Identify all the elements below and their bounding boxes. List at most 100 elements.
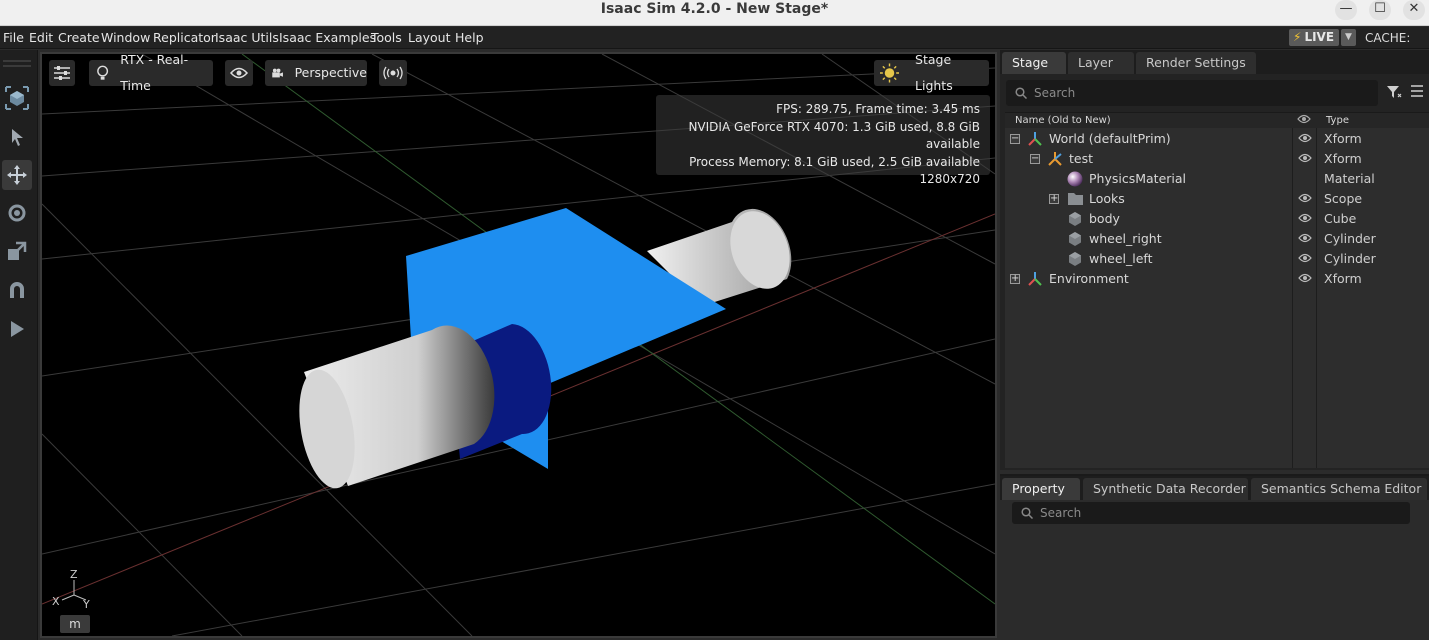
visibility-eye-icon[interactable]: [1298, 233, 1312, 243]
toolbar-grip: [3, 60, 31, 62]
search-icon: [1021, 507, 1033, 519]
move-tool-button[interactable]: [2, 160, 32, 190]
tab-synthetic-data-recorder[interactable]: Synthetic Data Recorder: [1083, 478, 1248, 500]
resolution-text: 1280x720: [919, 172, 980, 186]
visibility-eye-icon[interactable]: [1298, 133, 1312, 143]
tree-row-looks[interactable]: + Looks Scope: [1005, 189, 1429, 209]
tree-row-type: Cylinder: [1324, 251, 1376, 266]
tree-row-environment[interactable]: + Environment Xform: [1005, 269, 1429, 289]
menu-create[interactable]: Create: [58, 27, 100, 49]
tab-property[interactable]: Property: [1002, 478, 1080, 500]
tree-header: Name (Old to New) Type: [1005, 113, 1429, 128]
mesh-icon: [1069, 252, 1081, 266]
menu-bar: File Edit Create Window Replicator Isaac…: [0, 27, 1429, 67]
visibility-eye-icon[interactable]: [1298, 153, 1312, 163]
expand-toggle[interactable]: +: [1010, 274, 1020, 284]
rotate-icon: [8, 204, 26, 222]
property-panel: Property Synthetic Data Recorder Semanti…: [1000, 474, 1429, 640]
move-icon: [7, 165, 27, 185]
tree-row-type: Material: [1324, 171, 1375, 186]
live-dropdown-button[interactable]: ▼: [1341, 29, 1356, 46]
collapse-toggle[interactable]: −: [1010, 134, 1020, 144]
tab-layer[interactable]: Layer: [1068, 52, 1134, 74]
stage-tree[interactable]: Name (Old to New) Type − World (defaultP…: [1005, 112, 1429, 468]
snap-tool-button[interactable]: [2, 275, 32, 305]
select-tool-button[interactable]: [2, 122, 32, 152]
name-column-header[interactable]: Name (Old to New): [1015, 113, 1111, 128]
stage-lights-button[interactable]: Stage Lights: [874, 54, 989, 93]
property-tabs: Property Synthetic Data Recorder Semanti…: [1000, 476, 1429, 500]
visibility-column-header[interactable]: [1297, 114, 1311, 129]
tree-row-wheel-left[interactable]: wheel_left Cylinder: [1005, 249, 1429, 269]
menu-file[interactable]: File: [3, 27, 24, 49]
broadcast-icon: [383, 66, 403, 80]
play-button[interactable]: [2, 314, 32, 344]
tree-row-label: test: [1069, 151, 1094, 166]
viewport-settings-button[interactable]: [49, 60, 75, 86]
menu-replicator[interactable]: Replicator: [153, 27, 216, 49]
tree-row-body[interactable]: body Cube: [1005, 209, 1429, 229]
minimize-button[interactable]: —: [1335, 0, 1357, 20]
menu-isaac-utils[interactable]: Isaac Utils: [215, 27, 279, 49]
cursor-icon: [12, 129, 23, 146]
viewport[interactable]: RTX - Real-Time Perspective Stage Lights…: [40, 52, 997, 638]
tree-row-wheel-right[interactable]: wheel_right Cylinder: [1005, 229, 1429, 249]
live-button[interactable]: ⚡ LIVE: [1289, 29, 1339, 46]
magnet-icon: [10, 282, 24, 298]
visibility-button[interactable]: [225, 60, 253, 86]
tab-render-settings[interactable]: Render Settings: [1136, 52, 1256, 74]
tree-row-physicsmaterial[interactable]: PhysicsMaterial Material: [1005, 169, 1429, 189]
process-memory-text: Process Memory: 8.1 GiB used, 2.5 GiB av…: [689, 154, 980, 169]
collapse-toggle[interactable]: −: [1030, 154, 1040, 164]
sliders-icon: [54, 66, 70, 80]
axis-y-label: Y: [82, 598, 90, 610]
camera-button[interactable]: Perspective: [265, 60, 367, 86]
tree-row-label: body: [1089, 211, 1120, 226]
tab-semantics-schema-editor[interactable]: Semantics Schema Editor: [1251, 478, 1427, 500]
tree-row-type: Cube: [1324, 211, 1357, 226]
close-button[interactable]: ✕: [1403, 0, 1425, 20]
gpu-memory-text: NVIDIA GeForce RTX 4070: 1.3 GiB used, 8…: [688, 119, 980, 152]
stage-search-placeholder: Search: [1034, 86, 1076, 100]
folder-icon: [1068, 193, 1083, 205]
stage-search-input[interactable]: Search: [1006, 80, 1378, 106]
toolbar-grip: [3, 65, 31, 67]
tree-row-world[interactable]: − World (defaultPrim) Xform: [1005, 129, 1429, 149]
menu-isaac-examples[interactable]: Isaac Examples: [279, 27, 376, 49]
tree-row-label: wheel_right: [1089, 231, 1162, 246]
tree-row-type: Cylinder: [1324, 231, 1376, 246]
maximize-button[interactable]: ☐: [1369, 0, 1391, 20]
bolt-icon: ⚡: [1293, 30, 1302, 44]
rotate-tool-button[interactable]: [2, 198, 32, 228]
axis-x-label: X: [52, 595, 60, 608]
stage-lights-label: Stage Lights: [915, 52, 953, 93]
wheel-left[interactable]: [291, 324, 552, 493]
menu-edit[interactable]: Edit: [29, 27, 53, 49]
sensor-button[interactable]: [379, 60, 407, 86]
cache-label: CACHE:: [1365, 31, 1411, 45]
visibility-eye-icon[interactable]: [1298, 193, 1312, 203]
visibility-eye-icon[interactable]: [1298, 273, 1312, 283]
options-menu-button[interactable]: [1410, 85, 1424, 100]
tree-row-test[interactable]: − test Xform: [1005, 149, 1429, 169]
expand-toggle[interactable]: +: [1049, 194, 1059, 204]
visibility-eye-icon[interactable]: [1298, 213, 1312, 223]
property-search-input[interactable]: Search: [1012, 502, 1410, 524]
axis-gizmo: Z X Y: [52, 570, 90, 610]
tree-row-label: wheel_left: [1089, 251, 1153, 266]
tab-stage[interactable]: Stage: [1002, 52, 1066, 74]
visibility-eye-icon[interactable]: [1298, 253, 1312, 263]
unit-button[interactable]: m: [60, 615, 90, 633]
scale-tool-button[interactable]: [2, 236, 32, 266]
render-mode-button[interactable]: RTX - Real-Time: [89, 54, 213, 93]
menu-layout[interactable]: Layout: [408, 27, 451, 49]
cache-status: CACHE: ON: [1365, 27, 1429, 67]
type-column-header[interactable]: Type: [1326, 113, 1349, 128]
menu-window[interactable]: Window: [101, 27, 150, 49]
menu-tools[interactable]: Tools: [371, 27, 402, 49]
filter-icon: [1387, 86, 1402, 98]
menu-help[interactable]: Help: [455, 27, 484, 49]
filter-button[interactable]: [1386, 84, 1402, 103]
sun-icon: [880, 63, 900, 83]
select-mode-button[interactable]: [2, 83, 32, 113]
